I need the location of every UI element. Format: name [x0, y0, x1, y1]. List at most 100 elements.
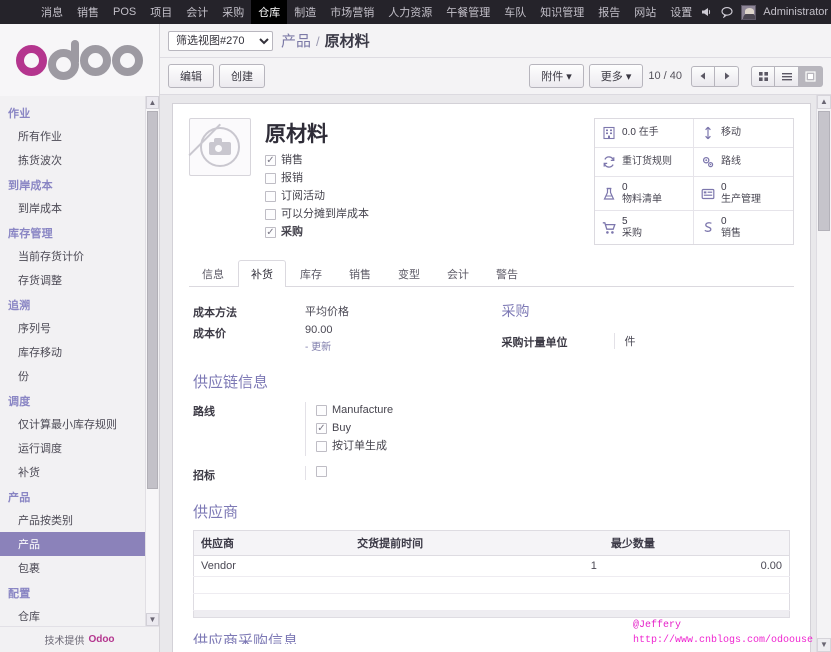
user-name[interactable]: Administrator (odoo6) — [763, 6, 831, 18]
scroll-down-icon[interactable]: ▼ — [817, 638, 831, 652]
scroll-up-icon[interactable]: ▲ — [817, 95, 831, 109]
sidebar-scroll-thumb[interactable] — [147, 111, 158, 489]
tab-warnings[interactable]: 警告 — [483, 260, 531, 287]
odoo-brand-link[interactable]: Odoo — [88, 634, 114, 645]
odoo-logo[interactable] — [0, 24, 159, 96]
previous-record-button[interactable] — [691, 65, 715, 87]
route-label: Manufacture — [332, 404, 394, 416]
sidebar-item-replenishment[interactable]: 补货 — [0, 460, 145, 484]
column-header-lead-time[interactable]: 交货提前时间 — [350, 530, 604, 556]
menu-item-sales[interactable]: 销售 — [70, 0, 106, 24]
menu-item-fleet[interactable]: 车队 — [497, 0, 533, 24]
main-scrollbar[interactable]: ▲ ▼ — [816, 95, 831, 652]
checkbox-buy[interactable] — [316, 423, 327, 435]
chat-bubble-icon[interactable] — [720, 5, 734, 19]
checkbox-sale[interactable] — [265, 155, 276, 167]
sidebar-item-lots[interactable]: 份 — [0, 364, 145, 388]
checkbox-landed-cost[interactable] — [265, 209, 276, 221]
list-view-button[interactable] — [775, 65, 799, 87]
menu-item-lunch[interactable]: 午餐管理 — [439, 0, 497, 24]
menu-item-pos[interactable]: POS — [106, 0, 143, 24]
route-row-manufacture[interactable]: Manufacture — [316, 402, 482, 420]
stat-button-routes[interactable]: 路线 — [694, 148, 793, 177]
menu-item-settings[interactable]: 设置 — [663, 0, 699, 24]
menu-item-project[interactable]: 项目 — [143, 0, 179, 24]
sidebar-item-landed-costs[interactable]: 到岸成本 — [0, 196, 145, 220]
sidebar-scroll-track[interactable] — [147, 491, 158, 611]
checkbox-row-subscription[interactable]: 订阅活动 — [265, 188, 369, 206]
route-row-buy[interactable]: Buy — [316, 420, 482, 438]
sidebar-item-stock-moves[interactable]: 库存移动 — [0, 340, 145, 364]
scroll-down-icon[interactable]: ▼ — [146, 613, 159, 626]
sidebar-scrollbar[interactable]: ▲ ▼ — [145, 96, 159, 626]
tab-variants[interactable]: 变型 — [385, 260, 433, 287]
checkbox-make-to-order[interactable] — [316, 441, 327, 453]
menu-item-manufacturing[interactable]: 制造 — [287, 0, 323, 24]
checkbox-manufacture[interactable] — [316, 405, 327, 417]
checkbox-tender[interactable] — [316, 465, 327, 477]
edit-button[interactable]: 编辑 — [168, 64, 214, 88]
sidebar-item-warehouses[interactable]: 仓库 — [0, 604, 145, 626]
route-row-make-to-order[interactable]: 按订单生成 — [316, 438, 482, 456]
checkbox-expense[interactable] — [265, 173, 276, 185]
saved-filter-select[interactable]: 筛选视图#270 — [168, 30, 273, 51]
main-scroll-thumb[interactable] — [818, 111, 830, 231]
tab-information[interactable]: 信息 — [189, 260, 237, 287]
menu-item-marketing[interactable]: 市场营销 — [323, 0, 381, 24]
menu-item-knowledge[interactable]: 知识管理 — [533, 0, 591, 24]
sidebar-item-products[interactable]: 产品 — [0, 532, 145, 556]
checkbox-row-purchase[interactable]: 采购 — [265, 224, 369, 242]
megaphone-icon[interactable] — [699, 5, 713, 19]
checkbox-subscription[interactable] — [265, 191, 276, 203]
section-title-vendor-purchase-info: 供应商采购信息 — [193, 632, 299, 644]
sidebar-item-run-scheduler[interactable]: 运行调度 — [0, 436, 145, 460]
update-cost-link[interactable]: - 更新 — [305, 342, 331, 353]
stat-button-purchases[interactable]: 5 采购 — [595, 211, 694, 244]
menu-item-purchase[interactable]: 采购 — [215, 0, 251, 24]
menu-item-warehouse[interactable]: 仓库 — [251, 0, 288, 24]
sidebar-item-packages[interactable]: 包裹 — [0, 556, 145, 580]
sidebar-item-products-by-category[interactable]: 产品按类别 — [0, 508, 145, 532]
more-dropdown-button[interactable]: 更多 ▾ — [588, 64, 644, 88]
sidebar-item-serial-numbers[interactable]: 序列号 — [0, 316, 145, 340]
product-image-field[interactable] — [188, 118, 251, 176]
next-record-button[interactable] — [715, 65, 739, 87]
tab-sales[interactable]: 销售 — [336, 260, 384, 287]
column-header-vendor[interactable]: 供应商 — [193, 530, 351, 556]
attachment-dropdown-button[interactable]: 附件 ▾ — [529, 64, 584, 88]
stat-value: 0 — [622, 182, 628, 193]
tab-inventory[interactable]: 库存 — [287, 260, 335, 287]
menu-item-accounting[interactable]: 会计 — [179, 0, 215, 24]
tab-accounting[interactable]: 会计 — [434, 260, 482, 287]
checkbox-row-expense[interactable]: 报销 — [265, 170, 369, 188]
menu-item-website[interactable]: 网站 — [627, 0, 663, 24]
kanban-view-button[interactable] — [751, 65, 775, 87]
stat-button-manufacturing[interactable]: 0 生产管理 — [694, 177, 793, 211]
column-header-min-qty[interactable]: 最少数量 — [603, 530, 790, 556]
breadcrumb-parent[interactable]: 产品 — [281, 30, 311, 51]
form-view-button[interactable] — [799, 65, 823, 87]
menu-item-messages[interactable]: 消息 — [34, 0, 70, 24]
scroll-up-icon[interactable]: ▲ — [146, 96, 159, 109]
table-row[interactable]: Vendor 1 0.00 — [193, 555, 790, 577]
stat-button-bom[interactable]: 0 物料清单 — [595, 177, 694, 211]
sidebar-item-all-operations[interactable]: 所有作业 — [0, 124, 145, 148]
sidebar-item-current-valuation[interactable]: 当前存货计价 — [0, 244, 145, 268]
sidebar-item-inventory-adjustment[interactable]: 存货调整 — [0, 268, 145, 292]
checkbox-row-sale[interactable]: 销售 — [265, 152, 369, 170]
stat-button-moves[interactable]: 移动 — [694, 119, 793, 148]
sidebar-item-picking-waves[interactable]: 拣货波次 — [0, 148, 145, 172]
stat-button-on-hand[interactable]: 0.0 在手 — [595, 119, 694, 148]
stat-button-reordering-rules[interactable]: 重订货规则 — [595, 148, 694, 177]
checkbox-purchase[interactable] — [265, 227, 276, 239]
checkbox-row-landed-cost[interactable]: 可以分摊到岸成本 — [265, 206, 369, 224]
create-button[interactable]: 创建 — [219, 64, 265, 88]
stat-label: 0 销售 — [721, 216, 741, 239]
tab-replenishment[interactable]: 补货 — [238, 260, 286, 287]
menu-item-hr[interactable]: 人力资源 — [381, 0, 439, 24]
avatar[interactable] — [741, 4, 757, 20]
menu-item-reports[interactable]: 报告 — [591, 0, 627, 24]
logo-letter-o1 — [16, 44, 47, 76]
stat-button-sales[interactable]: 0 销售 — [694, 211, 793, 244]
sidebar-item-min-stock-rules-only[interactable]: 仅计算最小库存规则 — [0, 412, 145, 436]
